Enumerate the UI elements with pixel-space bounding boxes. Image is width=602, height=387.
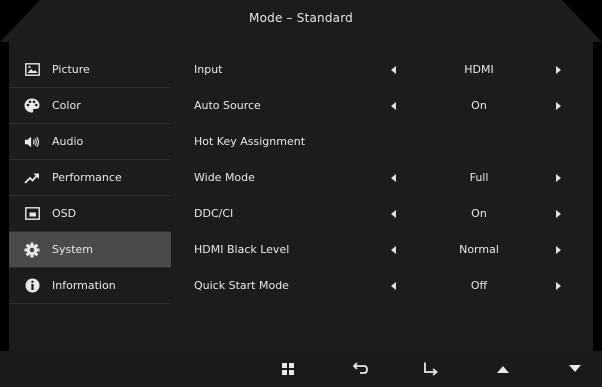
footer-bar <box>0 351 602 387</box>
settings-list: Input HDMI Auto Source On Hot Key Assign… <box>194 52 589 304</box>
setting-label: HDMI Black Level <box>194 243 290 256</box>
setting-value: On <box>471 207 487 220</box>
info-icon <box>24 278 40 294</box>
setting-row-input[interactable]: Input HDMI <box>194 52 589 88</box>
sidebar-item-performance[interactable]: Performance <box>9 160 171 196</box>
setting-label: Hot Key Assignment <box>194 135 306 148</box>
sidebar-item-label: Audio <box>52 135 84 148</box>
arrow-right-icon[interactable] <box>556 174 561 182</box>
title-bar: Mode – Standard <box>0 0 602 42</box>
sidebar-item-osd[interactable]: OSD <box>9 196 171 232</box>
sidebar-item-label: Information <box>52 279 116 292</box>
picture-icon <box>24 62 40 78</box>
gear-icon <box>24 242 40 258</box>
down-icon[interactable] <box>566 361 584 377</box>
setting-label: Wide Mode <box>194 171 255 184</box>
setting-value: HDMI <box>464 63 494 76</box>
setting-row-wide-mode[interactable]: Wide Mode Full <box>194 160 589 196</box>
sidebar-item-label: Color <box>52 99 81 112</box>
setting-value: Full <box>469 171 489 184</box>
trend-arrow-icon <box>24 170 40 186</box>
arrow-left-icon[interactable] <box>391 282 396 290</box>
setting-value: On <box>471 99 487 112</box>
sidebar: Picture Color Audio Performance OSD Syst… <box>9 52 171 304</box>
up-icon[interactable] <box>494 361 512 377</box>
menu-grid-icon[interactable] <box>279 361 297 377</box>
arrow-right-icon[interactable] <box>556 246 561 254</box>
osd-window-icon <box>24 206 40 222</box>
setting-label: Input <box>194 63 223 76</box>
setting-row-ddc-ci[interactable]: DDC/CI On <box>194 196 589 232</box>
arrow-left-icon[interactable] <box>391 174 396 182</box>
setting-row-hot-key-assignment[interactable]: Hot Key Assignment <box>194 124 589 160</box>
back-icon[interactable] <box>352 361 370 377</box>
sidebar-item-picture[interactable]: Picture <box>9 52 171 88</box>
page-title: Mode – Standard <box>249 11 353 25</box>
setting-label: Auto Source <box>194 99 261 112</box>
setting-row-quick-start-mode[interactable]: Quick Start Mode Off <box>194 268 589 304</box>
sidebar-item-label: System <box>52 243 94 256</box>
arrow-right-icon[interactable] <box>556 102 561 110</box>
setting-label: DDC/CI <box>194 207 234 220</box>
speaker-icon <box>24 134 40 150</box>
arrow-right-icon[interactable] <box>556 210 561 218</box>
arrow-left-icon[interactable] <box>391 210 396 218</box>
sidebar-item-label: OSD <box>52 207 77 220</box>
sidebar-item-audio[interactable]: Audio <box>9 124 171 160</box>
palette-icon <box>24 98 40 114</box>
sidebar-item-label: Picture <box>52 63 90 76</box>
arrow-left-icon[interactable] <box>391 246 396 254</box>
sidebar-item-information[interactable]: Information <box>9 268 171 304</box>
osd-panel: Picture Color Audio Performance OSD Syst… <box>9 42 593 351</box>
setting-value: Normal <box>459 243 499 256</box>
sidebar-item-color[interactable]: Color <box>9 88 171 124</box>
arrow-left-icon[interactable] <box>391 66 396 74</box>
sidebar-item-system[interactable]: System <box>9 232 171 268</box>
enter-icon[interactable] <box>422 361 440 377</box>
setting-label: Quick Start Mode <box>194 279 289 292</box>
arrow-right-icon[interactable] <box>556 282 561 290</box>
arrow-right-icon[interactable] <box>556 66 561 74</box>
arrow-left-icon[interactable] <box>391 102 396 110</box>
setting-row-auto-source[interactable]: Auto Source On <box>194 88 589 124</box>
sidebar-item-label: Performance <box>52 171 122 184</box>
setting-row-hdmi-black-level[interactable]: HDMI Black Level Normal <box>194 232 589 268</box>
setting-value: Off <box>470 279 488 292</box>
